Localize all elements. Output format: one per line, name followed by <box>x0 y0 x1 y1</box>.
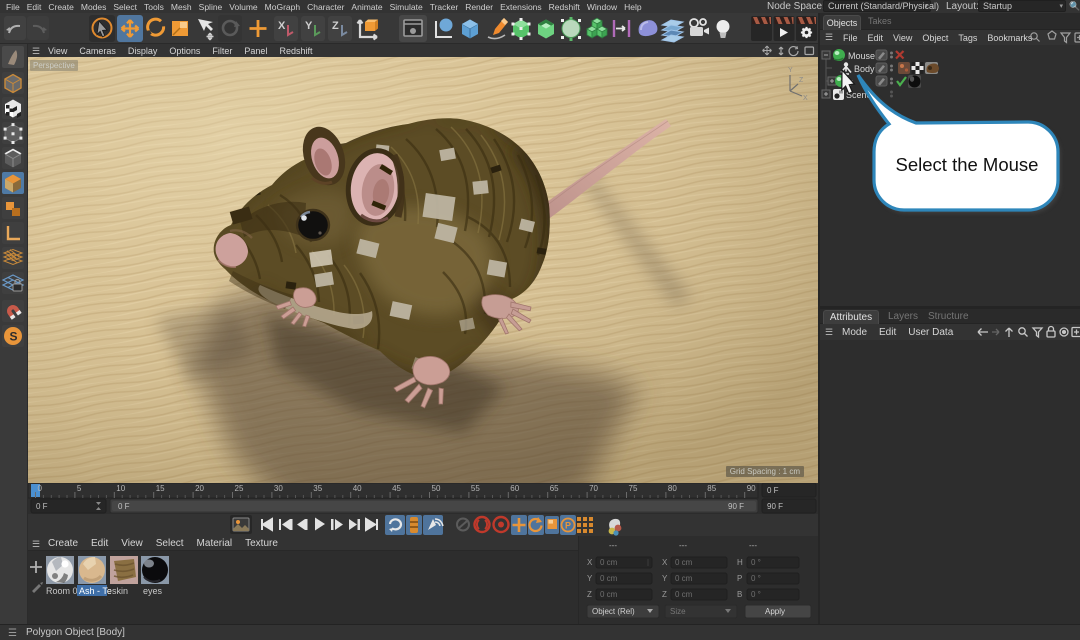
svg-text:10: 10 <box>116 484 125 493</box>
svg-text:X: X <box>587 558 593 567</box>
svg-text:90 F: 90 F <box>767 502 783 511</box>
svg-text:0: 0 <box>38 484 43 493</box>
svg-text:H: H <box>737 558 743 567</box>
svg-text:S: S <box>10 330 18 344</box>
svg-text:0 °: 0 ° <box>751 574 761 583</box>
svg-text:45: 45 <box>392 484 401 493</box>
svg-text:Room 0: Room 0 <box>46 586 78 596</box>
svg-text:---: --- <box>749 541 757 550</box>
svg-text:B: B <box>737 590 742 599</box>
svg-text:90 F: 90 F <box>728 502 744 511</box>
svg-text:Z: Z <box>662 590 667 599</box>
svg-text:0 cm: 0 cm <box>600 558 618 567</box>
svg-text:60: 60 <box>510 484 519 493</box>
svg-text:0 cm: 0 cm <box>675 574 693 583</box>
svg-text:50: 50 <box>432 484 441 493</box>
svg-text:Z: Z <box>587 590 592 599</box>
svg-text:Apply: Apply <box>765 607 785 616</box>
svg-text:Y: Y <box>662 574 668 583</box>
svg-text:X: X <box>803 95 808 102</box>
svg-text:55: 55 <box>471 484 480 493</box>
svg-text:P: P <box>565 521 571 531</box>
svg-text:Y: Y <box>587 574 593 583</box>
svg-text:0 cm: 0 cm <box>675 590 693 599</box>
svg-text:85: 85 <box>707 484 716 493</box>
svg-text:Body: Body <box>854 64 875 74</box>
svg-text:30: 30 <box>274 484 283 493</box>
svg-text:X: X <box>662 558 668 567</box>
svg-text:Z: Z <box>799 77 804 84</box>
svg-text:y: y <box>848 77 853 87</box>
svg-text:0 cm: 0 cm <box>600 590 618 599</box>
svg-text:0 F: 0 F <box>767 486 779 495</box>
svg-text:---: --- <box>609 541 617 550</box>
svg-text:Size: Size <box>670 607 686 616</box>
svg-text:Y: Y <box>788 67 793 74</box>
svg-text:0 F: 0 F <box>118 502 130 511</box>
svg-text:0 °: 0 ° <box>751 558 761 567</box>
svg-text:25: 25 <box>235 484 244 493</box>
svg-text:0 cm: 0 cm <box>675 558 693 567</box>
svg-text:Y: Y <box>305 20 313 32</box>
svg-text:Z: Z <box>332 20 339 32</box>
svg-text:0 F: 0 F <box>36 502 48 511</box>
svg-text:Scene: Scene <box>846 90 872 100</box>
svg-text:---: --- <box>679 541 687 550</box>
svg-text:Ash - Te: Ash - Te <box>79 586 112 596</box>
svg-text:skin: skin <box>112 586 128 596</box>
svg-text:Mouse: Mouse <box>848 51 875 61</box>
svg-text:90: 90 <box>747 484 756 493</box>
svg-text:P: P <box>737 574 742 583</box>
svg-text:70: 70 <box>589 484 598 493</box>
svg-text:65: 65 <box>550 484 559 493</box>
svg-text:75: 75 <box>629 484 638 493</box>
svg-text:0 cm: 0 cm <box>600 574 618 583</box>
svg-text:X: X <box>278 20 286 32</box>
svg-text:0 °: 0 ° <box>751 590 761 599</box>
svg-text:40: 40 <box>353 484 362 493</box>
svg-text:eyes: eyes <box>143 586 163 596</box>
svg-text:Object (Rel): Object (Rel) <box>592 607 635 616</box>
svg-text:35: 35 <box>313 484 322 493</box>
svg-text:5: 5 <box>77 484 82 493</box>
svg-text:20: 20 <box>195 484 204 493</box>
svg-text:15: 15 <box>156 484 165 493</box>
svg-text:80: 80 <box>668 484 677 493</box>
